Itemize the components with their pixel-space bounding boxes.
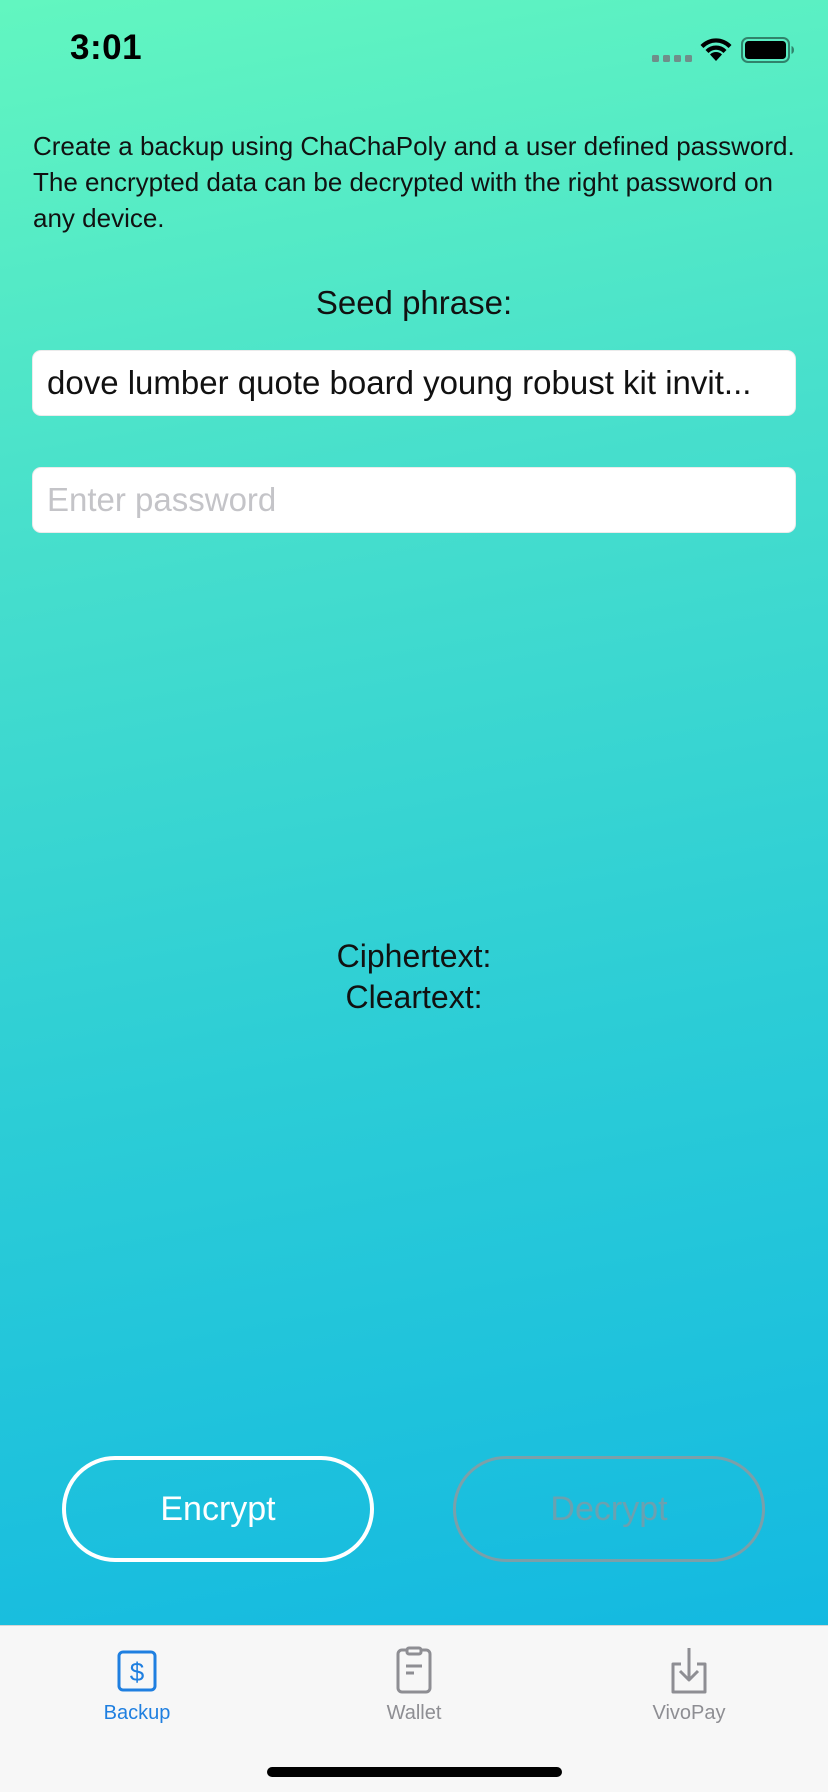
tab-backup[interactable]: $ Backup [57,1646,217,1746]
backup-screen: 3:01 Create a backup using ChaChaPoly an… [0,0,828,1792]
download-icon [671,1648,707,1694]
encrypt-button[interactable]: Encrypt [62,1456,374,1562]
cellular-signal-icon [652,55,692,62]
result-block: Ciphertext: Cleartext: [0,936,828,1018]
tab-label-backup: Backup [103,1702,171,1724]
status-time: 3:01 [70,28,143,67]
battery-icon [741,37,794,63]
svg-text:$: $ [130,1657,145,1687]
wifi-icon [700,38,732,61]
backup-description: Create a backup using ChaChaPoly and a u… [33,131,795,233]
dollar-icon: $ [117,1650,157,1692]
home-indicator [267,1767,562,1777]
seed-phrase-value: dove lumber quote board young robust kit… [47,364,752,401]
wallet-icon [396,1646,432,1694]
ciphertext-label: Ciphertext: [336,938,492,974]
tab-vivopay[interactable]: VivoPay [609,1646,769,1746]
tab-label-wallet: Wallet [386,1702,442,1724]
tab-label-vivopay: VivoPay [652,1702,726,1724]
password-input[interactable] [47,481,781,519]
status-bar: 3:01 [0,0,828,96]
seed-phrase-label: Seed phrase: [315,284,513,321]
seed-phrase-field[interactable]: dove lumber quote board young robust kit… [32,350,796,416]
password-field-container [32,467,796,533]
cleartext-label: Cleartext: [345,979,483,1015]
tab-wallet[interactable]: Wallet [334,1646,494,1746]
decrypt-button[interactable]: Decrypt [453,1456,765,1562]
